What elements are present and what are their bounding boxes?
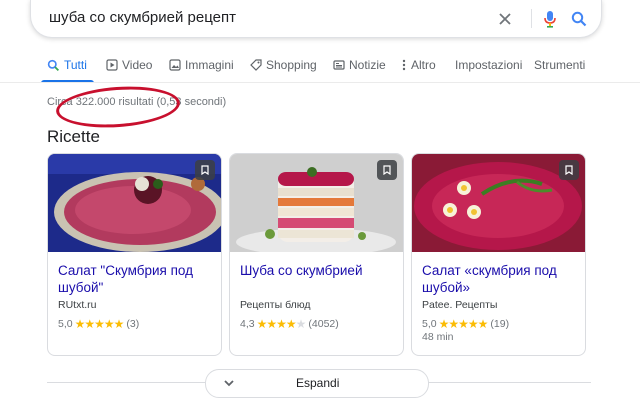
rating-value: 4,3 xyxy=(240,318,255,330)
tag-icon xyxy=(250,59,262,71)
tab-label: Strumenti xyxy=(534,58,586,72)
star-rating-icon: ★★★★★ xyxy=(256,317,307,331)
results-stats: Circa 322.000 risultati (0,53 secondi) xyxy=(47,96,227,108)
tab-tutti[interactable]: Tutti xyxy=(47,58,87,72)
search-bar[interactable]: шуба со скумбрией рецепт xyxy=(30,0,602,38)
recipe-card[interactable]: Салат "Скумбрия под шубой" RUtxt.ru 5,0 … xyxy=(47,153,222,356)
recipe-source: Рецепты блюд xyxy=(240,299,311,311)
recipe-rating: 5,0 ★★★★★ (19) xyxy=(422,317,509,331)
expand-label: Espandi xyxy=(296,376,340,390)
search-divider xyxy=(531,9,532,28)
recipe-title[interactable]: Шуба со скумбрией xyxy=(240,262,396,279)
mic-icon xyxy=(544,10,556,28)
search-button[interactable] xyxy=(565,0,593,37)
tabs-divider xyxy=(0,82,640,83)
tab-label: Altro xyxy=(411,58,436,72)
tab-label: Tutti xyxy=(64,58,87,72)
review-count: (4052) xyxy=(308,318,339,330)
bookmark-icon xyxy=(201,165,209,175)
close-icon xyxy=(499,12,511,25)
tab-label: Impostazioni xyxy=(455,58,523,72)
tab-notizie[interactable]: Notizie xyxy=(333,58,386,72)
tab-shopping[interactable]: Shopping xyxy=(250,58,317,72)
tab-label: Video xyxy=(122,58,153,72)
review-count: (3) xyxy=(126,318,140,330)
voice-search-button[interactable] xyxy=(536,0,564,37)
recipe-time: 48 min xyxy=(422,331,454,343)
tab-label: Immagini xyxy=(185,58,234,72)
rating-value: 5,0 xyxy=(422,318,437,330)
recipe-rating: 5,0 ★★★★★ (3) xyxy=(58,317,139,331)
recipe-source: Patee. Рецепты xyxy=(422,299,498,311)
recipe-card[interactable]: Салат «скумбрия под шубой» Patee. Рецепт… xyxy=(411,153,586,356)
recipe-source: RUtxt.ru xyxy=(58,299,97,311)
search-input[interactable]: шуба со скумбрией рецепт xyxy=(49,9,236,26)
section-title: Ricette xyxy=(47,127,100,146)
search-tabs: Tutti Video Immagini Shopping Notizie Al… xyxy=(0,50,640,83)
review-count: (19) xyxy=(490,318,510,330)
search-icon xyxy=(47,59,60,71)
image-icon xyxy=(169,59,181,71)
recipe-card[interactable]: Шуба со скумбрией Рецепты блюд 4,3 ★★★★★… xyxy=(229,153,404,356)
bookmark-icon xyxy=(383,165,391,175)
tab-label: Shopping xyxy=(266,58,317,72)
video-icon xyxy=(106,59,118,71)
recipe-title[interactable]: Салат "Скумбрия под шубой" xyxy=(58,262,214,296)
news-icon xyxy=(333,60,345,70)
tab-altro[interactable]: Altro xyxy=(401,58,436,72)
save-recipe-button[interactable] xyxy=(195,160,215,180)
more-vert-icon xyxy=(402,59,406,71)
expand-button[interactable]: Espandi xyxy=(205,369,429,398)
star-rating-icon: ★★★★★ xyxy=(74,317,125,331)
search-icon xyxy=(571,11,587,26)
chevron-down-icon xyxy=(224,380,234,387)
tab-strumenti[interactable]: Strumenti xyxy=(534,58,585,72)
save-recipe-button[interactable] xyxy=(377,160,397,180)
tab-label: Notizie xyxy=(349,58,386,72)
clear-button[interactable] xyxy=(491,0,519,37)
star-rating-icon: ★★★★★ xyxy=(438,317,489,331)
recipe-rating: 4,3 ★★★★★ (4052) xyxy=(240,317,339,331)
save-recipe-button[interactable] xyxy=(559,160,579,180)
tab-impostazioni[interactable]: Impostazioni xyxy=(455,58,522,72)
bookmark-icon xyxy=(565,165,573,175)
tab-immagini[interactable]: Immagini xyxy=(169,58,234,72)
recipe-title[interactable]: Салат «скумбрия под шубой» xyxy=(422,262,578,296)
tab-video[interactable]: Video xyxy=(106,58,152,72)
rating-value: 5,0 xyxy=(58,318,73,330)
